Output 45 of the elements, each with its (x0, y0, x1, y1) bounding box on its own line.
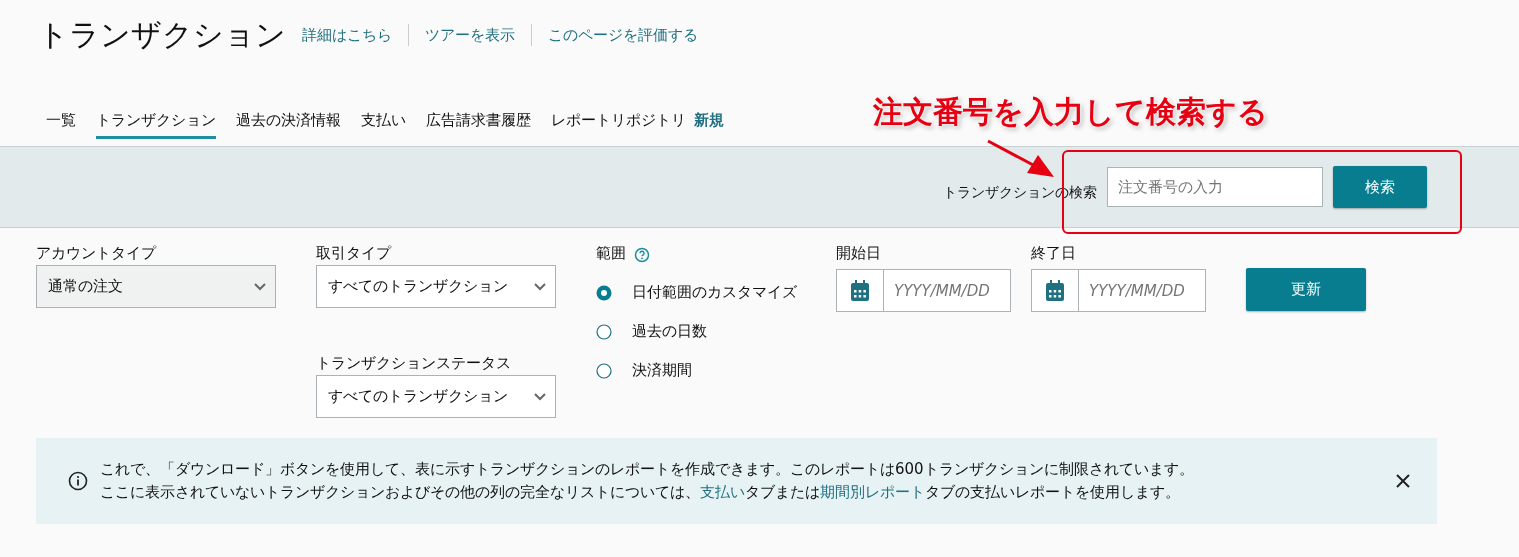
new-label: 新規 (694, 111, 724, 131)
dropdown[interactable]: すべてのトランザクション (316, 265, 556, 308)
header-link[interactable]: このページを評価する (531, 24, 714, 46)
radio-button[interactable] (596, 324, 612, 340)
field-label: 取引タイプ (316, 244, 393, 263)
notice-text: ここに表示されていないトランザクションおよびその他の列の完全なリストについては、支払いタブまたは期間別レポート タブの支払いレポートを使用します。 (100, 482, 1181, 503)
page-title: トランザクション (38, 15, 286, 54)
header-link[interactable]: 詳細はこちら (302, 24, 408, 46)
radio-label: 過去の日数 (632, 321, 708, 342)
chevron-down-icon (533, 391, 547, 402)
date-picker[interactable]: YYYY/MM/DD (1031, 269, 1206, 312)
radio-label: 決済期間 (632, 360, 693, 381)
chevron-down-icon (533, 281, 547, 292)
field-label: 終了日 (1031, 244, 1077, 263)
field-label: トランザクションステータス (316, 354, 512, 373)
date-picker[interactable]: YYYY/MM/DD (836, 269, 1011, 312)
update-button[interactable]: 更新 (1246, 268, 1366, 311)
notice-text: これで、「ダウンロード」ボタンを使用して、表に示すトランザクションのレポートを作成できます。このレポートは600トランザクションに制限されています。 (100, 459, 1195, 480)
radio-button[interactable] (596, 285, 612, 301)
field-label: 範囲 (596, 244, 626, 263)
tab[interactable]: レポートリポジトリ (551, 111, 686, 139)
tab[interactable]: 過去の決済情報 (236, 111, 341, 139)
link[interactable]: 期間別レポート (820, 483, 925, 501)
calendar-icon[interactable] (850, 279, 870, 302)
search-button[interactable]: 検索 (1333, 166, 1427, 208)
field-label: アカウントタイプ (36, 244, 158, 263)
help-icon[interactable] (634, 246, 650, 263)
tab[interactable]: 支払い (361, 111, 406, 139)
dropdown[interactable]: すべてのトランザクション (316, 375, 556, 418)
field-label: 開始日 (836, 244, 882, 263)
chevron-down-icon (253, 281, 267, 292)
tab[interactable]: トランザクション (96, 111, 216, 139)
header-link[interactable]: ツアーを表示 (408, 24, 531, 46)
search-field[interactable]: 注文番号の入力 (1107, 167, 1323, 207)
close-icon[interactable] (1395, 473, 1411, 489)
calendar-icon[interactable] (1045, 279, 1065, 302)
link[interactable]: 支払い (700, 483, 745, 501)
annotation-text: 注文番号を入力して検索する (873, 93, 1268, 131)
tab[interactable]: 一覧 (46, 111, 76, 139)
tab[interactable]: 広告請求書履歴 (426, 111, 531, 139)
dropdown[interactable]: 通常の注文 (36, 265, 276, 308)
radio-button[interactable] (596, 363, 612, 379)
radio-label: 日付範囲のカスタマイズ (632, 282, 798, 303)
info-icon (68, 471, 88, 491)
annotation-arrow (985, 138, 1055, 178)
